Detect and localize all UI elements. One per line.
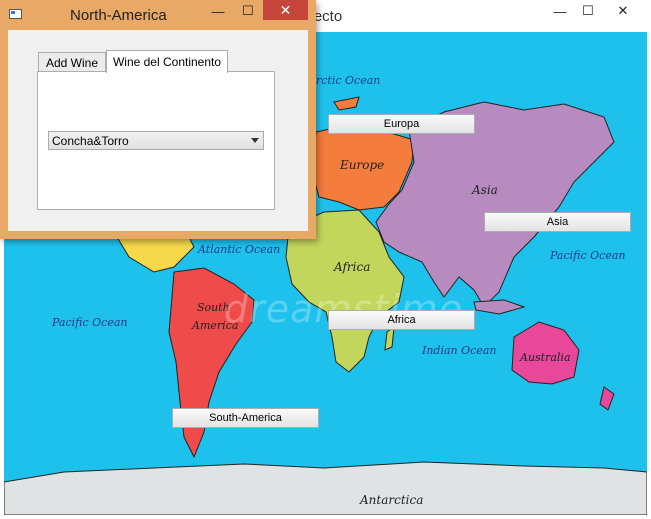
- child-titlebar[interactable]: North-America — ☐ ✕: [0, 0, 316, 30]
- arctic-ocean-label: rctic Ocean: [316, 74, 380, 87]
- asia-label: Asia: [471, 183, 498, 197]
- pacific-ocean-right-label: Pacific Ocean: [549, 249, 625, 262]
- north-america-window: North-America — ☐ ✕ Add Wine Wine del Co…: [0, 0, 316, 239]
- atlantic-ocean-label: Atlantic Ocean: [197, 243, 280, 256]
- main-close-button[interactable]: ✕: [608, 0, 638, 22]
- south-america-button[interactable]: South-America: [172, 408, 319, 428]
- main-minimize-button[interactable]: —: [548, 0, 572, 22]
- child-client-area: Add Wine Wine del Continento Concha&Torr…: [8, 30, 308, 231]
- europa-button[interactable]: Europa: [328, 114, 475, 134]
- child-maximize-button[interactable]: ☐: [236, 0, 260, 22]
- indonesia-shape: [473, 299, 526, 315]
- africa-label: Africa: [333, 260, 370, 274]
- tab-pane: Concha&Torro: [37, 71, 275, 210]
- child-close-button[interactable]: ✕: [263, 0, 308, 20]
- indian-ocean-label: Indian Ocean: [421, 344, 496, 357]
- europe-label: Europe: [339, 158, 384, 172]
- antarctica-shape: [4, 461, 647, 515]
- child-minimize-button[interactable]: —: [206, 0, 230, 22]
- africa-button[interactable]: Africa: [328, 310, 475, 330]
- chevron-down-icon[interactable]: [251, 138, 259, 143]
- wine-combobox[interactable]: Concha&Torro: [48, 131, 264, 150]
- tab-wine-del-continento[interactable]: Wine del Continento: [106, 50, 228, 73]
- main-maximize-button[interactable]: ☐: [576, 0, 600, 22]
- asia-button[interactable]: Asia: [484, 212, 631, 232]
- pacific-ocean-left-label: Pacific Ocean: [51, 316, 127, 329]
- australia-label: Australia: [519, 351, 571, 364]
- antarctica-label: Antarctica: [359, 493, 423, 507]
- arctic-island-shape: [333, 96, 360, 111]
- tab-add-wine[interactable]: Add Wine: [38, 52, 106, 72]
- combo-selected-value: Concha&Torro: [52, 134, 129, 148]
- new-zealand-shape: [599, 386, 615, 411]
- child-window-title: North-America: [70, 7, 167, 24]
- app-window-icon: [9, 9, 22, 19]
